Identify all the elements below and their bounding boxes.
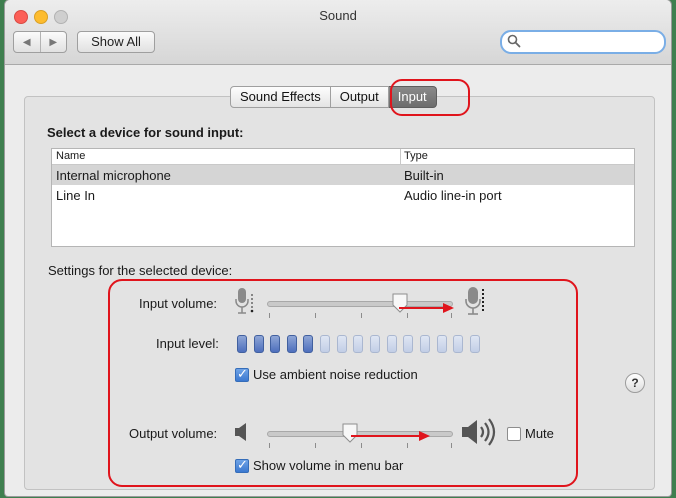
slider-tick [315, 443, 316, 448]
tab-sound-effects[interactable]: Sound Effects [230, 86, 331, 108]
sound-preferences-window: Sound ◀ ▶ Show All Sound Effects Output … [5, 0, 671, 496]
slider-tick [269, 443, 270, 448]
input-level-label: Input level: [156, 336, 219, 351]
input-level-bar [270, 335, 280, 353]
input-tab-highlight [390, 79, 470, 116]
mute-checkbox[interactable] [507, 427, 521, 441]
slider-tick [361, 313, 362, 318]
table-row[interactable]: Line In Audio line-in port [52, 185, 634, 205]
input-level-bar [387, 335, 397, 353]
input-level-bar [403, 335, 413, 353]
speaker-low-icon [235, 423, 246, 441]
mute-checkbox-row[interactable]: Mute [507, 425, 567, 443]
input-level-bar [437, 335, 447, 353]
search-field[interactable] [500, 30, 666, 54]
settings-section-heading: Settings for the selected device: [48, 263, 233, 278]
column-header-name[interactable]: Name [56, 150, 85, 162]
slider-tick [361, 443, 362, 448]
slider-tick [407, 443, 408, 448]
input-level-bar [254, 335, 264, 353]
microphone-low-icon [235, 288, 254, 314]
search-icon [507, 34, 521, 48]
output-volume-label: Output volume: [129, 426, 218, 441]
window-title: Sound [319, 8, 357, 23]
menu-bar-volume-checkbox-row[interactable]: ✓ Show volume in menu bar [235, 457, 435, 475]
forward-button[interactable]: ▶ [39, 32, 67, 52]
checkmark-icon: ✓ [237, 366, 248, 381]
input-level-bar [353, 335, 363, 353]
back-forward-control: ◀ ▶ [13, 31, 67, 53]
chevron-left-icon: ◀ [22, 36, 31, 48]
menu-bar-volume-label: Show volume in menu bar [253, 458, 404, 473]
checkmark-icon: ✓ [237, 457, 248, 472]
input-level-bar [470, 335, 480, 353]
slider-tick [269, 313, 270, 318]
column-header-type[interactable]: Type [404, 150, 428, 162]
slider-tick [451, 443, 452, 448]
menu-bar-volume-checkbox[interactable]: ✓ [235, 457, 249, 473]
table-row[interactable]: Internal microphone Built-in [52, 165, 634, 185]
device-section-heading: Select a device for sound input: [47, 125, 244, 140]
input-level-bar [320, 335, 330, 353]
microphone-high-icon [465, 287, 484, 315]
annotation-arrow [351, 431, 430, 441]
mute-label: Mute [525, 426, 554, 441]
input-level-bar [337, 335, 347, 353]
device-table: Name Type Internal microphone Built-in L… [51, 148, 635, 247]
device-type: Audio line-in port [404, 188, 502, 203]
device-type: Built-in [404, 168, 444, 183]
ambient-noise-label: Use ambient noise reduction [253, 367, 418, 382]
back-button[interactable]: ◀ [14, 32, 40, 52]
table-header: Name Type [52, 149, 634, 165]
input-level-bar [370, 335, 380, 353]
speaker-high-icon [462, 418, 496, 446]
ambient-noise-checkbox[interactable]: ✓ [235, 366, 249, 382]
annotation-arrow [399, 303, 454, 313]
help-button[interactable]: ? [625, 373, 645, 393]
slider-tick [315, 313, 316, 318]
input-volume-label: Input volume: [139, 296, 218, 311]
column-divider [400, 149, 401, 164]
search-input[interactable] [524, 33, 658, 51]
tab-output[interactable]: Output [330, 86, 389, 108]
ambient-noise-checkbox-row[interactable]: ✓ Use ambient noise reduction [235, 366, 475, 384]
input-level-bar [420, 335, 430, 353]
input-level-bar [237, 335, 247, 353]
input-level-bar [287, 335, 297, 353]
device-name: Line In [56, 188, 96, 203]
show-all-label: Show All [91, 34, 141, 49]
show-all-button[interactable]: Show All [77, 31, 155, 53]
input-level-bar [303, 335, 313, 353]
toolbar: Sound ◀ ▶ Show All [5, 0, 671, 65]
chevron-right-icon: ▶ [49, 36, 58, 48]
device-name: Internal microphone [56, 168, 171, 183]
input-level-bar [453, 335, 463, 353]
